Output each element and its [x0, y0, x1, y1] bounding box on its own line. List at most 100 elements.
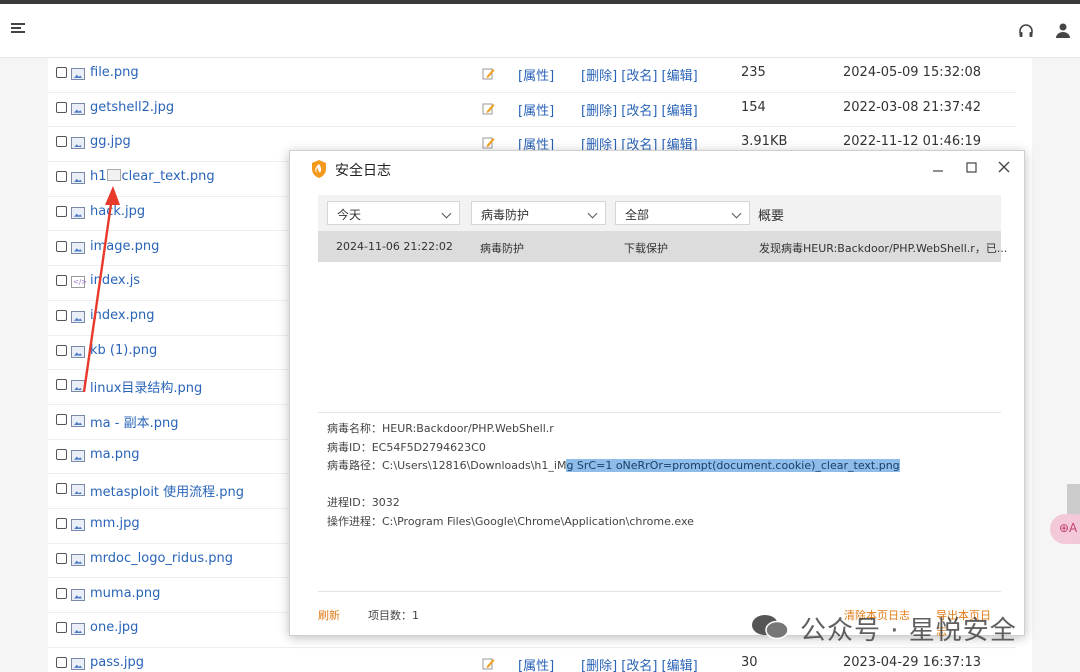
user-icon[interactable]	[1056, 22, 1070, 38]
file-name-link[interactable]: image.png	[90, 239, 159, 254]
maximize-icon[interactable]	[963, 159, 979, 175]
file-date: 2023-04-29 16:37:13	[843, 654, 982, 670]
file-name-link[interactable]: index.png	[90, 308, 154, 323]
scope-filter-value: 全部	[625, 208, 650, 222]
log-time: 2024-11-06 21:22:02	[336, 240, 453, 253]
chevron-down-icon	[731, 208, 742, 219]
file-date: 2022-11-12 01:46:19	[843, 134, 982, 150]
summary-column-header: 概要	[758, 209, 785, 224]
translate-pill-button[interactable]: ⊕A	[1050, 514, 1080, 544]
category-filter-value: 病毒防护	[481, 208, 530, 222]
broken-image-icon	[106, 169, 121, 182]
file-checkbox[interactable]	[56, 483, 67, 495]
image-file-icon	[71, 623, 85, 636]
edit-icon[interactable]	[482, 657, 495, 670]
attr-link[interactable]: [属性]	[518, 65, 554, 84]
file-ops-links[interactable]: [删除] [改名] [编辑]	[581, 100, 698, 119]
category-filter-select[interactable]: 病毒防护	[471, 201, 606, 225]
image-file-icon	[71, 484, 85, 497]
file-name-link[interactable]: ma - 副本.png	[90, 412, 178, 431]
process-id-label: 进程ID：	[327, 496, 372, 509]
file-row: file.png [属性] [删除] [改名] [编辑] 235 2024-05-09 …	[48, 58, 1016, 93]
attr-link[interactable]: [属性]	[518, 100, 554, 119]
file-checkbox[interactable]	[56, 275, 67, 287]
refresh-link[interactable]: 刷新	[318, 607, 340, 623]
edit-icon[interactable]	[482, 102, 495, 115]
file-checkbox[interactable]	[56, 448, 67, 460]
image-file-icon	[71, 380, 85, 393]
process-label: 操作进程：	[327, 515, 382, 528]
image-file-icon	[71, 345, 85, 358]
file-checkbox[interactable]	[56, 379, 67, 391]
file-checkbox[interactable]	[56, 552, 67, 564]
edit-icon[interactable]	[482, 136, 495, 149]
file-name-link[interactable]: h1 clear_text.png	[90, 169, 215, 184]
file-checkbox[interactable]	[56, 205, 67, 217]
file-checkbox[interactable]	[56, 656, 67, 668]
log-summary: 发现病毒HEUR:Backdoor/PHP.WebShell.r，已...	[759, 242, 1008, 255]
attr-link[interactable]: [属性]	[518, 655, 554, 672]
log-category: 病毒防护	[480, 242, 524, 255]
file-name-link[interactable]: muma.png	[90, 586, 160, 601]
file-size: 30	[741, 654, 758, 670]
file-name-link[interactable]: index.js	[90, 273, 140, 288]
virus-path-line: 病毒路径：C:\Users\12816\Downloads\h1_iMg SrC…	[327, 457, 900, 473]
file-size: 154	[741, 99, 766, 115]
file-checkbox[interactable]	[56, 136, 67, 148]
file-name-link[interactable]: getshell2.jpg	[90, 100, 174, 115]
process-line: 操作进程：C:\Program Files\Google\Chrome\Appl…	[327, 513, 694, 529]
file-size: 3.91KB	[741, 134, 788, 150]
file-checkbox[interactable]	[56, 622, 67, 634]
file-name-link[interactable]: one.jpg	[90, 620, 138, 635]
file-size: 235	[741, 65, 766, 80]
file-checkbox[interactable]	[56, 101, 67, 113]
file-name-link[interactable]: kb (1).png	[90, 343, 157, 358]
virus-path-highlight: g SrC=1 oNeRrOr=prompt(document.cookie)_…	[566, 459, 900, 472]
dialog-title: 安全日志	[335, 163, 391, 179]
wechat-logo-icon	[752, 615, 789, 640]
file-name-link[interactable]: gg.jpg	[90, 134, 131, 149]
process-id-line: 进程ID：3032	[327, 494, 400, 510]
file-date: 2022-03-08 21:37:42	[843, 99, 982, 115]
file-name-link[interactable]: hack.jpg	[90, 204, 145, 219]
file-checkbox[interactable]	[56, 414, 67, 425]
image-file-icon	[71, 415, 85, 427]
file-checkbox[interactable]	[56, 171, 67, 183]
image-file-icon	[71, 553, 85, 566]
file-name-link[interactable]: ma.png	[90, 447, 140, 462]
file-name-link[interactable]: mrdoc_logo_ridus.png	[90, 551, 233, 566]
image-file-icon	[71, 657, 85, 670]
close-icon[interactable]	[996, 159, 1012, 175]
log-entry-row[interactable]: 2024-11-06 21:22:02 病毒防护 下载保护 发现病毒HEUR:B…	[318, 231, 1007, 262]
file-name-link[interactable]: file.png	[90, 65, 139, 80]
file-checkbox[interactable]	[56, 240, 67, 252]
file-name-link[interactable]: mm.jpg	[90, 516, 140, 531]
filter-toolbar: 今天 病毒防护 全部 概要	[318, 195, 1001, 231]
file-row: pass.jpg [属性] [删除] [改名] [编辑] 30 2023-04-29 1…	[48, 648, 1016, 672]
virus-name-value: HEUR:Backdoor/PHP.WebShell.r	[382, 422, 554, 435]
file-checkbox[interactable]	[56, 67, 67, 78]
file-name-link[interactable]: linux目录结构.png	[90, 377, 202, 396]
image-file-icon	[71, 172, 85, 185]
menu-icon[interactable]	[11, 23, 25, 35]
virus-name-line: 病毒名称：HEUR:Backdoor/PHP.WebShell.r	[327, 420, 554, 436]
file-checkbox[interactable]	[56, 344, 67, 356]
chevron-down-icon	[441, 208, 452, 219]
file-name-link[interactable]: metasploit 使用流程.png	[90, 481, 244, 500]
file-checkbox[interactable]	[56, 587, 67, 599]
file-ops-links[interactable]: [删除] [改名] [编辑]	[581, 65, 698, 84]
image-file-icon	[71, 68, 85, 80]
headphone-icon[interactable]	[1018, 23, 1034, 39]
time-filter-select[interactable]: 今天	[327, 201, 460, 225]
edit-icon[interactable]	[482, 67, 495, 80]
minimize-icon[interactable]	[930, 159, 946, 175]
item-count: 项目数：1	[368, 609, 419, 622]
log-type: 下载保护	[624, 242, 668, 255]
file-ops-links[interactable]: [删除] [改名] [编辑]	[581, 655, 698, 672]
file-checkbox[interactable]	[56, 309, 67, 321]
image-file-icon	[71, 137, 85, 150]
file-name-link[interactable]: pass.jpg	[90, 655, 144, 670]
file-checkbox[interactable]	[56, 518, 67, 530]
scope-filter-select[interactable]: 全部	[615, 201, 750, 225]
image-file-icon	[71, 206, 85, 219]
